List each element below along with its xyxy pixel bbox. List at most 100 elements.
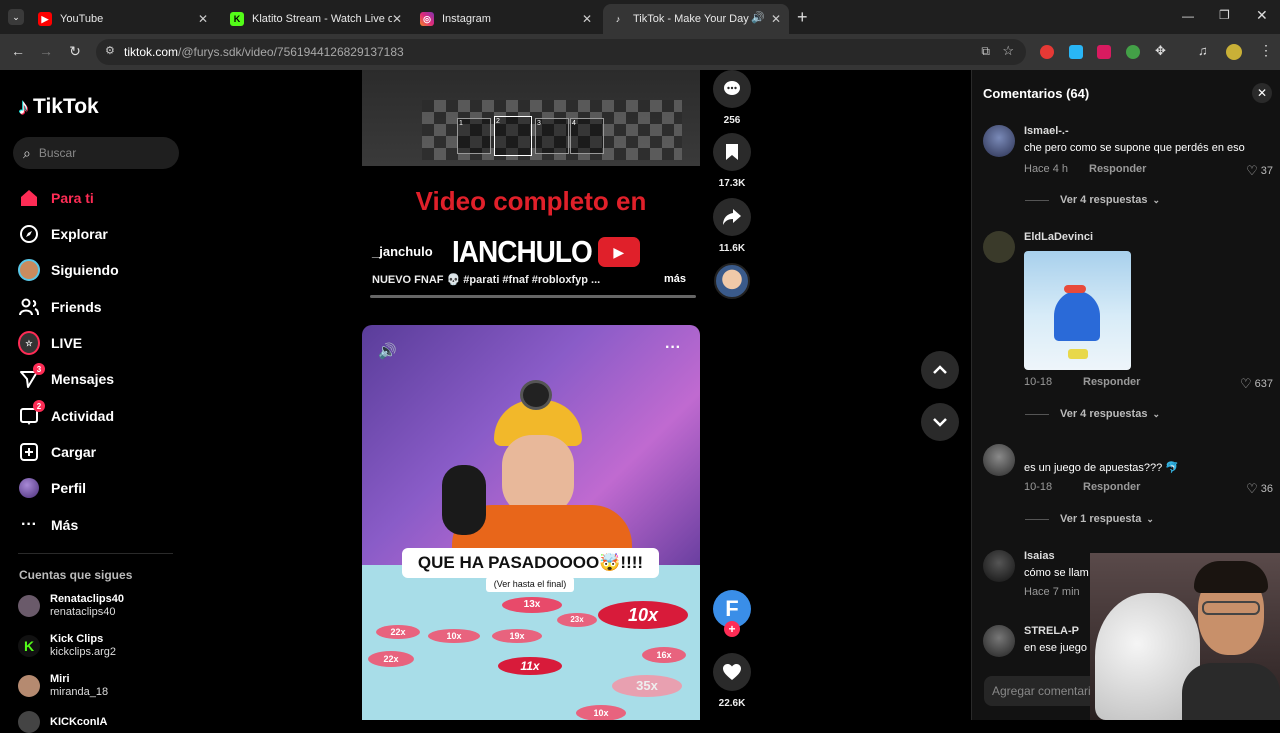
nav-siguiendo[interactable]: Siguiendo xyxy=(18,259,119,281)
following-item[interactable]: Miri miranda_18 xyxy=(18,673,108,699)
avatar[interactable] xyxy=(983,125,1015,157)
url-bar[interactable]: ⚙ tiktok.com/@furys.sdk/video/7561944126… xyxy=(96,39,1026,65)
following-item[interactable]: Renataclips40 renataclips40 xyxy=(18,593,124,619)
reply-button[interactable]: Responder xyxy=(1083,481,1140,493)
nav-perfil[interactable]: Perfil xyxy=(18,477,86,499)
chevron-down-icon xyxy=(933,418,947,427)
reply-button[interactable]: Responder xyxy=(1083,376,1140,388)
multiplier-text: 16x xyxy=(656,650,672,660)
logo-text: TikTok xyxy=(33,95,99,118)
back-icon[interactable]: ← xyxy=(9,43,27,59)
comment-username[interactable]: Ismael-.- xyxy=(1024,125,1069,137)
comment-username[interactable]: Isaias xyxy=(1024,550,1055,562)
youtube-icon: ▶ xyxy=(38,12,52,26)
window-close-icon[interactable]: ✕ xyxy=(1256,7,1268,24)
video-more-icon[interactable]: ··· xyxy=(665,339,681,357)
media-control-icon[interactable]: ♫ xyxy=(1198,43,1208,58)
nav-actividad[interactable]: 2 Actividad xyxy=(18,400,114,427)
tab-instagram[interactable]: ◎ Instagram ✕ xyxy=(412,4,600,34)
share-action[interactable]: 11.6K xyxy=(712,198,752,254)
search-input[interactable]: ⌕ Buscar xyxy=(13,137,179,169)
close-comments-icon[interactable]: ✕ xyxy=(1252,83,1272,103)
video-progress-bar[interactable] xyxy=(370,295,696,298)
avatar[interactable] xyxy=(983,231,1015,263)
caption-more-link[interactable]: más xyxy=(664,273,686,285)
extensions-puzzle-icon[interactable]: ✥ xyxy=(1155,43,1166,59)
fish-multiplier: 35x xyxy=(612,675,682,697)
multiplier-text: 11x xyxy=(520,659,540,673)
nav-friends[interactable]: Friends xyxy=(18,296,102,318)
comment-like[interactable]: ♡ 36 xyxy=(1246,481,1273,497)
comment-image[interactable] xyxy=(1024,251,1131,370)
new-tab-button[interactable]: + xyxy=(797,7,808,28)
speaker-icon[interactable]: 🔊 xyxy=(751,11,765,24)
video-player-previous[interactable]: 1 2 3 4 Video completo en _janchulo IANC… xyxy=(362,70,700,300)
streamer-figure xyxy=(452,380,632,575)
nav-label: Siguiendo xyxy=(51,262,119,278)
previous-video-button[interactable] xyxy=(921,351,959,389)
site-settings-icon[interactable]: ⚙ xyxy=(105,44,115,57)
tab-kick[interactable]: K Klatito Stream - Watch Live on K ✕ xyxy=(222,4,410,34)
volume-icon[interactable]: 🔊 xyxy=(378,342,397,360)
extension-shield-icon[interactable] xyxy=(1097,45,1111,59)
next-video-button[interactable] xyxy=(921,403,959,441)
upload-icon xyxy=(18,441,40,463)
extension-blue-icon[interactable] xyxy=(1069,45,1083,59)
reload-icon[interactable]: ↻ xyxy=(66,43,84,60)
tiktok-logo[interactable]: ♪ TikTok xyxy=(18,94,99,120)
following-header: Cuentas que sigues xyxy=(19,568,133,582)
close-icon[interactable]: ✕ xyxy=(198,12,208,26)
browser-tab-bar: ⌄ ▶ YouTube ✕ K Klatito Stream - Watch L… xyxy=(0,0,1280,34)
save-action[interactable]: 17.3K xyxy=(712,133,752,189)
tab-list-icon[interactable]: ⌄ xyxy=(8,9,24,25)
nav-para-ti[interactable]: Para ti xyxy=(18,187,94,209)
comment-like[interactable]: ♡ 37 xyxy=(1246,163,1273,179)
following-handle: miranda_18 xyxy=(50,686,109,698)
avatar[interactable] xyxy=(983,444,1015,476)
music-disc-avatar[interactable] xyxy=(714,263,750,299)
avatar[interactable] xyxy=(983,625,1015,657)
restore-icon[interactable]: ❐ xyxy=(1219,8,1230,22)
like-count: 37 xyxy=(1260,165,1273,177)
nav-explorar[interactable]: Explorar xyxy=(18,223,108,245)
bookmark-star-icon[interactable]: ☆ xyxy=(1002,43,1014,59)
view-replies-button[interactable]: Ver 4 respuestas ⌄ xyxy=(1025,408,1160,420)
following-item[interactable]: KICKconIA xyxy=(18,711,107,733)
fish-multiplier: 13x xyxy=(502,597,562,613)
like-action[interactable]: 22.6K xyxy=(712,653,752,709)
video-player[interactable]: 🔊 ··· QUE HA PASADOOOO🤯!!!! (Ver hasta e… xyxy=(362,325,700,720)
divider xyxy=(1025,413,1049,415)
view-replies-button[interactable]: Ver 4 respuestas ⌄ xyxy=(1025,194,1160,206)
nav-label: Explorar xyxy=(51,226,108,242)
extension-green-icon[interactable] xyxy=(1126,45,1140,59)
extension-red-icon[interactable] xyxy=(1040,45,1054,59)
avatar[interactable] xyxy=(983,550,1015,582)
profile-avatar-icon[interactable] xyxy=(1226,44,1242,60)
nav-mensajes[interactable]: 3 Mensajes xyxy=(18,363,114,390)
following-item[interactable]: K Kick Clips kickclips.arg2 xyxy=(18,633,116,659)
tab-youtube[interactable]: ▶ YouTube ✕ xyxy=(30,4,216,34)
fish-multiplier: 10x xyxy=(598,601,688,629)
view-replies-button[interactable]: Ver 1 respuesta ⌄ xyxy=(1025,513,1154,525)
tab-tiktok[interactable]: ♪ TikTok - Make Your Day 🔊 ✕ xyxy=(603,4,789,34)
comment-username[interactable]: EldLaDevinci xyxy=(1024,231,1093,243)
follow-plus-icon[interactable]: + xyxy=(724,621,740,637)
comment-username[interactable]: STRELA-P xyxy=(1024,625,1079,637)
fish-multiplier: 10x xyxy=(428,629,480,643)
nav-live[interactable]: ☆ LIVE xyxy=(18,331,82,355)
close-icon[interactable]: ✕ xyxy=(392,12,402,26)
minimize-icon[interactable]: — xyxy=(1182,9,1194,23)
install-app-icon[interactable]: ⧉ xyxy=(981,44,990,59)
nav-cargar[interactable]: Cargar xyxy=(18,441,96,463)
reply-button[interactable]: Responder xyxy=(1089,163,1146,175)
multiplier-text: 13x xyxy=(523,599,541,610)
comment-action[interactable]: 256 xyxy=(712,70,752,126)
forward-icon[interactable]: → xyxy=(37,43,55,59)
comment-like[interactable]: ♡ 637 xyxy=(1240,376,1273,392)
video-author[interactable]: _janchulo xyxy=(372,244,433,259)
browser-menu-icon[interactable]: ⋮ xyxy=(1259,42,1273,59)
compass-icon xyxy=(18,223,40,245)
nav-mas[interactable]: ··· Más xyxy=(18,514,78,536)
close-icon[interactable]: ✕ xyxy=(771,12,781,26)
close-icon[interactable]: ✕ xyxy=(582,12,592,26)
